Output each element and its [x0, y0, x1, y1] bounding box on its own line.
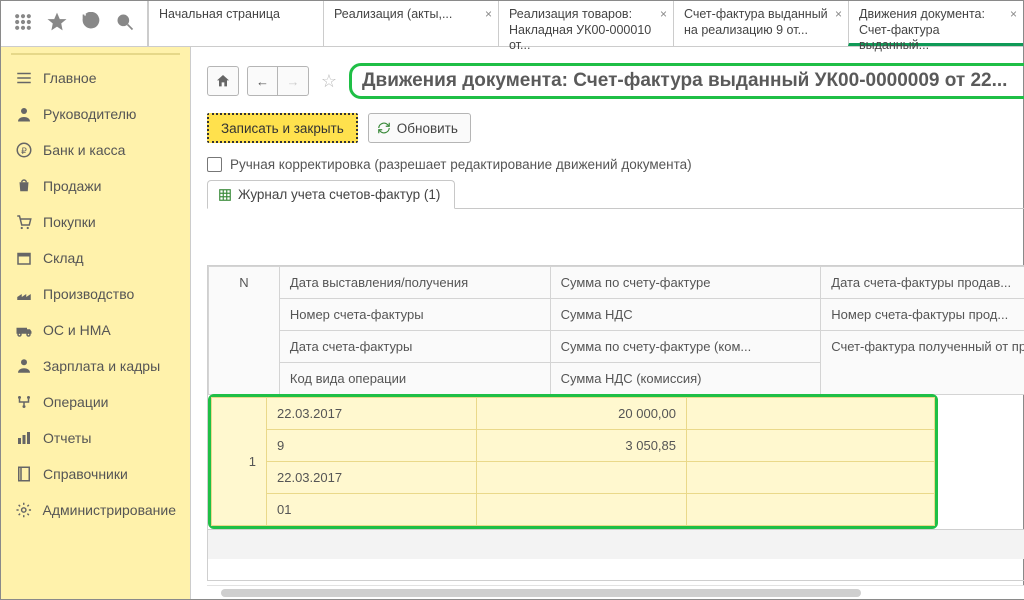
close-icon[interactable]: × [1010, 7, 1017, 22]
cell [687, 494, 935, 526]
cell: 3 050,85 [477, 430, 687, 462]
sidebar-item-label: Главное [43, 70, 97, 86]
sidebar-item-label: Администрирование [43, 502, 177, 518]
history-icon[interactable] [81, 12, 101, 35]
cell: 22.03.2017 [267, 398, 477, 430]
cell [687, 430, 935, 462]
tab-realization-goods[interactable]: Реализация товаров: Накладная УК00-00001… [498, 1, 673, 46]
sidebar-item-warehouse[interactable]: Склад [5, 241, 186, 275]
tab-realization[interactable]: Реализация (акты,...× [323, 1, 498, 46]
table-icon [218, 188, 232, 202]
col-header[interactable]: Сумма по счету-фактуре (ком... [550, 331, 821, 363]
manual-edit-checkbox[interactable] [207, 157, 222, 172]
close-icon[interactable]: × [660, 7, 667, 22]
apps-icon[interactable] [13, 12, 33, 35]
sidebar-item-manager[interactable]: Руководителю [5, 97, 186, 131]
grid-header: N Дата выставления/получения Сумма по сч… [208, 266, 1024, 395]
manual-edit-label: Ручная корректировка (разрешает редактир… [230, 157, 692, 172]
sidebar-item-label: Отчеты [43, 430, 91, 446]
tab-invoice-journal[interactable]: Журнал учета счетов-фактур (1) [207, 180, 455, 209]
sidebar-item-catalogs[interactable]: Справочники [5, 457, 186, 491]
close-icon[interactable]: × [835, 7, 842, 22]
cell: 22.03.2017 [267, 462, 477, 494]
star-icon[interactable] [47, 12, 67, 35]
sidebar-item-admin[interactable]: Администрирование [5, 493, 186, 527]
cell [687, 462, 935, 494]
sidebar-item-label: Продажи [43, 178, 101, 194]
cell: 01 [267, 494, 477, 526]
forward-button[interactable]: → [278, 67, 308, 95]
register-tabs: Журнал учета счетов-фактур (1) [207, 180, 1024, 209]
sidebar-item-assets[interactable]: ОС и НМА [5, 313, 186, 347]
col-header[interactable]: N [209, 267, 280, 395]
col-header[interactable]: Дата счета-фактуры продав... [821, 267, 1024, 299]
table-row[interactable]: 1 22.03.2017 20 000,00 9 3 050,85 22.03.… [211, 397, 935, 526]
sidebar-item-label: Руководителю [43, 106, 136, 122]
cell [687, 398, 935, 430]
system-icons [1, 1, 148, 46]
close-icon[interactable]: × [485, 7, 492, 22]
sidebar-item-label: Банк и касса [43, 142, 125, 158]
cell: 20 000,00 [477, 398, 687, 430]
sidebar-item-operations[interactable]: Операции [5, 385, 186, 419]
col-header[interactable]: Код вида операции [279, 363, 550, 395]
back-button[interactable]: ← [248, 67, 278, 95]
sidebar-item-label: ОС и НМА [43, 322, 111, 338]
sidebar-item-main[interactable]: Главное [5, 61, 186, 95]
top-toolbar: Начальная страница Реализация (акты,...×… [1, 1, 1023, 47]
favorite-icon[interactable]: ☆ [317, 71, 341, 92]
cell [477, 494, 687, 526]
cell: 9 [267, 430, 477, 462]
sidebar-item-label: Операции [43, 394, 109, 410]
sidebar-item-salary[interactable]: Зарплата и кадры [5, 349, 186, 383]
sidebar-item-label: Производство [43, 286, 134, 302]
col-header[interactable]: Сумма НДС (комиссия) [550, 363, 821, 395]
document-tabs: Начальная страница Реализация (акты,...×… [148, 1, 1023, 46]
search-icon[interactable] [115, 12, 135, 35]
sidebar-item-reports[interactable]: Отчеты [5, 421, 186, 455]
sidebar-item-label: Справочники [43, 466, 128, 482]
sidebar-item-label: Склад [43, 250, 84, 266]
col-header[interactable]: Сумма НДС [550, 299, 821, 331]
col-header[interactable]: Дата выставления/получения [279, 267, 550, 299]
col-header[interactable]: Номер счета-фактуры [279, 299, 550, 331]
horizontal-scrollbar[interactable] [207, 585, 1024, 599]
sidebar-item-sales[interactable]: Продажи [5, 169, 186, 203]
selected-row-highlight: 1 22.03.2017 20 000,00 9 3 050,85 22.03.… [208, 394, 938, 529]
tab-document-movements[interactable]: Движения документа: Счет-фактура выданны… [848, 1, 1023, 46]
col-header[interactable]: Счет-фактура полученный от продавца [821, 331, 1024, 395]
cell-n: 1 [212, 398, 267, 526]
col-header[interactable]: Номер счета-фактуры прод... [821, 299, 1024, 331]
col-header[interactable]: Дата счета-фактуры [279, 331, 550, 363]
save-and-close-button[interactable]: Записать и закрыть [207, 113, 358, 143]
grid-empty-area [208, 529, 1024, 559]
col-header[interactable]: Сумма по счету-фактуре [550, 267, 821, 299]
tab-start-page[interactable]: Начальная страница [148, 1, 323, 46]
content-area: ← → ☆ Движения документа: Счет-фактура в… [191, 47, 1024, 599]
svg-text:₽: ₽ [21, 146, 27, 156]
home-button[interactable] [207, 66, 239, 96]
sidebar-item-purchases[interactable]: Покупки [5, 205, 186, 239]
sidebar-item-label: Зарплата и кадры [43, 358, 160, 374]
tab-invoice-issued[interactable]: Счет-фактура выданный на реализацию 9 от… [673, 1, 848, 46]
page-title: Движения документа: Счет-фактура выданны… [349, 63, 1024, 99]
refresh-button[interactable]: Обновить [368, 113, 471, 143]
nav-buttons: ← → [247, 66, 309, 96]
sidebar: Главное Руководителю ₽ Банк и касса Прода… [1, 47, 191, 599]
cell [477, 462, 687, 494]
data-grid: N Дата выставления/получения Сумма по сч… [207, 265, 1024, 581]
sidebar-item-bank[interactable]: ₽ Банк и касса [5, 133, 186, 167]
sidebar-item-label: Покупки [43, 214, 96, 230]
sidebar-item-production[interactable]: Производство [5, 277, 186, 311]
